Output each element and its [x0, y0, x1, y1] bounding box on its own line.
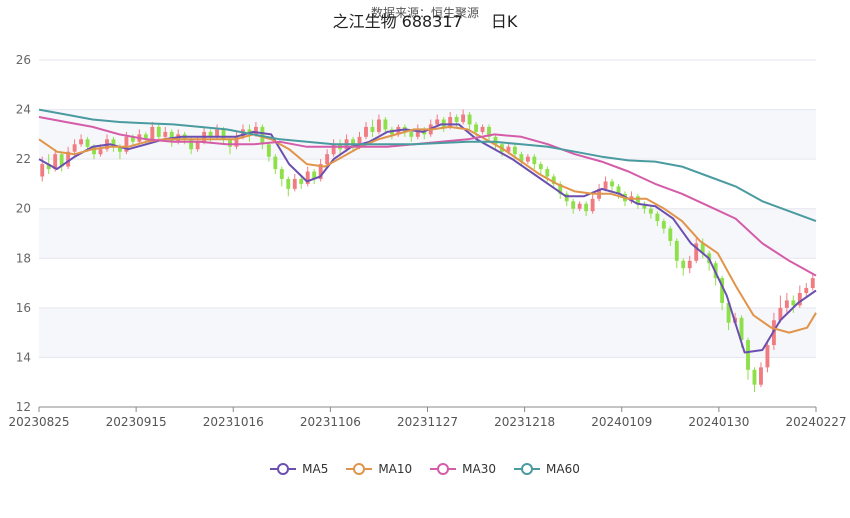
- candle-body: [655, 213, 660, 222]
- legend-swatch: [346, 462, 373, 476]
- candle-body: [577, 203, 582, 209]
- candle-body: [467, 114, 472, 125]
- candle-body: [364, 126, 368, 137]
- candle-body: [325, 154, 330, 165]
- legend-item-ma30[interactable]: MA30: [430, 462, 496, 476]
- y-tick-label: 24: [16, 103, 31, 117]
- candle-body: [279, 169, 284, 179]
- candle-body: [590, 198, 595, 212]
- x-tick-label: 20231127: [397, 415, 458, 429]
- candle-body: [765, 345, 770, 368]
- candle-body: [603, 181, 608, 189]
- candle-body: [571, 201, 576, 209]
- candle-body: [163, 131, 168, 137]
- candle-body: [299, 178, 304, 184]
- candle-body: [538, 164, 543, 170]
- candle-body: [784, 300, 789, 308]
- x-tick-label: 20240109: [591, 415, 652, 429]
- plot-band: [39, 60, 816, 110]
- x-tick-label: 20230915: [106, 415, 167, 429]
- legend-item-ma5[interactable]: MA5: [270, 462, 328, 476]
- legend-swatch: [270, 462, 297, 476]
- legend-label: MA60: [546, 462, 580, 476]
- candle-body: [85, 139, 90, 147]
- x-tick-label: 20240130: [688, 415, 749, 429]
- candle-body: [221, 129, 226, 140]
- candle-body: [79, 139, 84, 145]
- y-tick-label: 26: [16, 53, 31, 67]
- legend-item-ma10[interactable]: MA10: [346, 462, 412, 476]
- candle-body: [474, 124, 479, 132]
- candle-body: [292, 178, 297, 189]
- x-tick-label: 20231016: [203, 415, 264, 429]
- candle-body: [383, 119, 388, 130]
- plot-band: [39, 307, 816, 358]
- candle-body: [195, 141, 200, 150]
- y-tick-label: 18: [16, 251, 31, 265]
- candle-body: [545, 169, 550, 177]
- candle-body: [370, 126, 375, 132]
- candle-body: [610, 181, 614, 187]
- candle-body: [98, 149, 103, 155]
- candle-body: [746, 340, 750, 370]
- candle-body: [681, 260, 686, 269]
- candle-body: [156, 126, 161, 137]
- candle-body: [273, 156, 278, 170]
- plot-band: [39, 258, 816, 308]
- candle-body: [810, 278, 815, 289]
- candle-body: [532, 156, 537, 165]
- candle-body: [435, 119, 440, 125]
- candle-body: [72, 144, 77, 152]
- candle-body: [648, 208, 653, 214]
- x-tick-label: 20240227: [785, 415, 846, 429]
- y-tick-label: 12: [16, 400, 31, 414]
- candle-body: [674, 240, 679, 261]
- x-tick-label: 20231106: [300, 415, 361, 429]
- candle-body: [266, 144, 271, 157]
- candle-body: [448, 117, 453, 127]
- candle-body: [454, 117, 459, 122]
- candle-body: [759, 367, 763, 385]
- candle-body: [441, 119, 446, 127]
- candle-body: [512, 146, 517, 155]
- y-tick-label: 14: [16, 350, 31, 364]
- candle-body: [376, 119, 381, 132]
- legend-label: MA5: [302, 462, 329, 476]
- candle-body: [150, 126, 155, 140]
- candle-body: [791, 300, 796, 306]
- x-tick-label: 20231218: [494, 415, 555, 429]
- candle-body: [215, 129, 220, 137]
- candle-body: [668, 228, 673, 241]
- candle-body: [169, 131, 174, 142]
- legend-swatch: [514, 462, 541, 476]
- y-tick-label: 20: [16, 202, 31, 216]
- candle-body: [804, 288, 809, 293]
- candle-body: [286, 178, 291, 189]
- legend-label: MA10: [378, 462, 413, 476]
- candle-body: [40, 164, 45, 177]
- candle-body: [480, 126, 485, 132]
- y-tick-label: 22: [16, 152, 31, 166]
- legend-item-ma60[interactable]: MA60: [514, 462, 580, 476]
- candle-body: [331, 144, 336, 155]
- candle-body: [461, 114, 466, 122]
- x-tick-label: 20230825: [8, 415, 69, 429]
- plot-band: [39, 109, 816, 160]
- candle-body: [228, 139, 232, 147]
- chart-legend: MA5 MA10 MA30 MA60: [0, 462, 850, 476]
- candle-body: [409, 131, 414, 137]
- plot-band: [39, 357, 816, 407]
- chart-canvas: 12 14 16 18 20 22 24 26 20230825 20230915 20231016…: [8, 53, 846, 429]
- legend-label: MA30: [462, 462, 497, 476]
- candle-body: [584, 203, 589, 212]
- y-tick-label: 16: [16, 301, 31, 315]
- candle-body: [687, 260, 692, 269]
- kline-chart: 数据来源：恒生聚源 之江生物 688317 日K 12 14 16 18 20 22 24 2…: [0, 0, 850, 518]
- candle-body: [752, 369, 757, 385]
- legend-swatch: [430, 462, 457, 476]
- candle-body: [661, 221, 666, 229]
- candle-body: [525, 156, 530, 162]
